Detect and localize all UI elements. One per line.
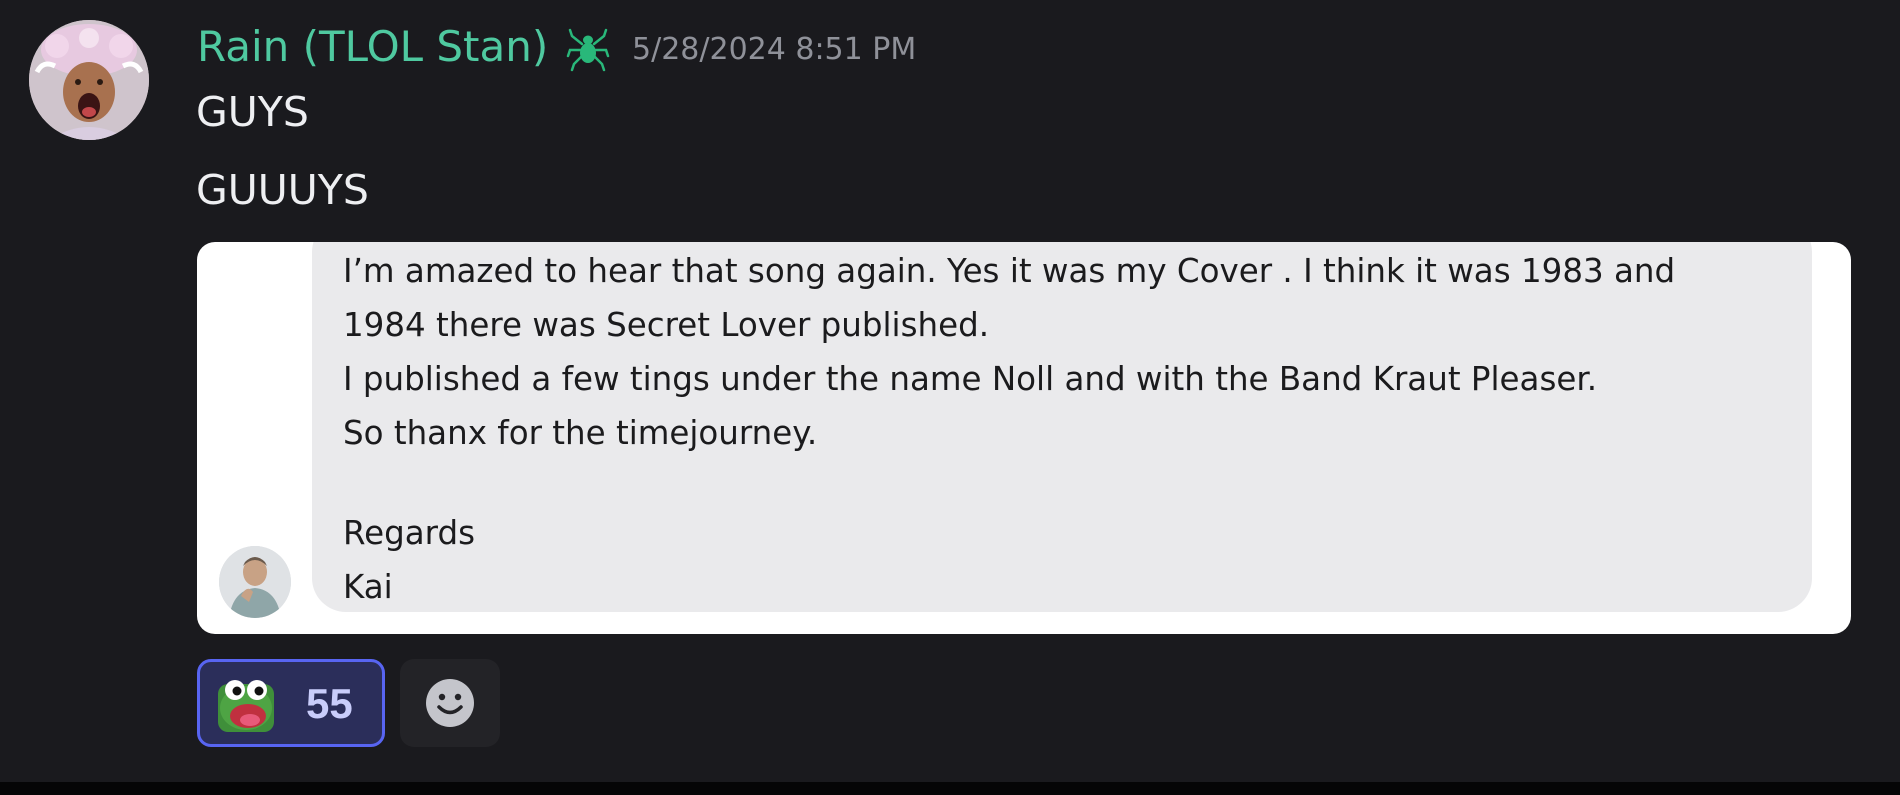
pepe-frog-scream-emoji-icon xyxy=(216,676,276,734)
spider-icon[interactable] xyxy=(566,26,610,72)
comment-line: Regards xyxy=(343,514,476,552)
comment-line: I published a few tings under the name N… xyxy=(343,360,1598,398)
message-text-line: GUYS xyxy=(196,88,309,136)
smiley-add-reaction-icon xyxy=(426,679,474,727)
avatar-image xyxy=(29,20,149,140)
reaction-count: 55 xyxy=(306,680,353,727)
comment-line: I’m amazed to hear that song again. Yes … xyxy=(343,252,1676,290)
add-reaction-button[interactable] xyxy=(400,659,500,747)
image-attachment[interactable]: I’m amazed to hear that song again. Yes … xyxy=(197,242,1851,634)
author-avatar[interactable] xyxy=(29,20,149,140)
reaction-button[interactable]: 55 xyxy=(197,659,385,747)
comment-line: Kai xyxy=(343,568,393,606)
message-timestamp: 5/28/2024 8:51 PM xyxy=(632,32,917,67)
window-bottom-edge xyxy=(0,782,1900,795)
comment-blank-line xyxy=(343,460,1803,506)
message-text-line: GUUUYS xyxy=(196,166,369,214)
comment-line: So thanx for the timejourney. xyxy=(343,414,818,452)
comment-line: 1984 there was Secret Lover published. xyxy=(343,306,990,344)
quoted-comment-text: I’m amazed to hear that song again. Yes … xyxy=(343,244,1803,614)
author-name[interactable]: Rain (TLOL Stan) xyxy=(197,20,548,74)
chat-message: Rain (TLOL Stan) 5/28/2024 8:51 PM GUYS … xyxy=(0,0,1900,780)
commenter-avatar xyxy=(219,546,291,618)
